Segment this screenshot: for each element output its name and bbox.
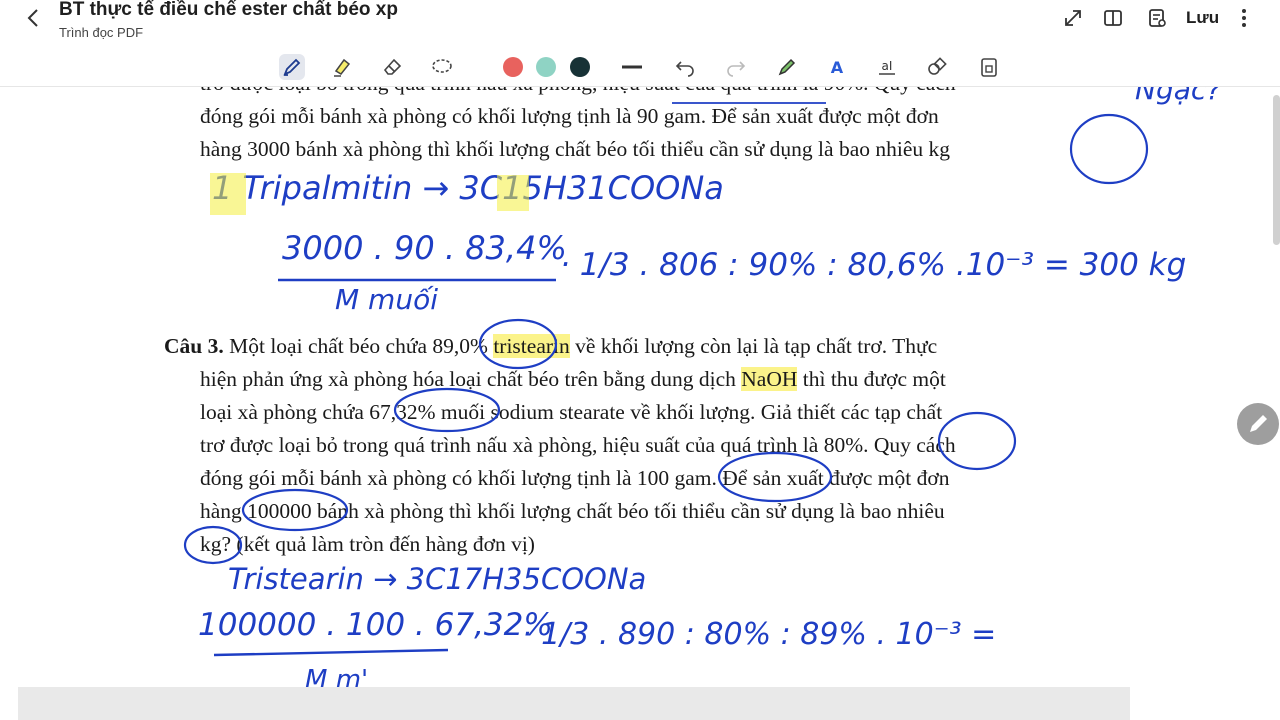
stroke-width-icon[interactable] [619,54,645,80]
text-box-icon[interactable]: aI [874,54,900,80]
q3-line: hiện phản ứng xà phòng hóa loại chất béo… [200,363,946,396]
pen-tool-icon[interactable] [279,54,305,80]
document-title: BT thực tế điều chế ester chất béo xp [59,0,398,20]
highlight: tristearin [493,334,570,358]
page-bottom-edge [18,687,1130,720]
highlighter-tool-icon[interactable] [329,54,355,80]
text-style-icon[interactable]: A [824,54,850,80]
scrollbar[interactable] [1273,95,1280,245]
handwritten-equation-title: 1 Tripalmitin → 3C15H31COONa [212,169,724,207]
undo-icon[interactable] [672,54,698,80]
save-button[interactable]: Lưu [1186,8,1219,28]
q3-line: Câu 3. Một loại chất béo chứa 89,0% tris… [164,330,937,363]
q3-line: kg? (kết quả làm tròn đến hàng đơn vị) [200,532,535,556]
app-bar: BT thực tế điều chế ester chất béo xp Tr… [0,0,1280,48]
handwritten-denominator: M muối [335,283,438,316]
handwritten-calculation: · 1/3 . 890 : 80% : 89% . 10⁻³ = [522,617,997,652]
circle-mark [1069,113,1149,185]
question-label: Câu 3. [164,334,224,358]
q3-text: thì thu được một [797,367,946,391]
annotation-toolbar: A aI [0,48,1280,87]
prev-text-line: đóng gói mỗi bánh xà phòng có khối lượng… [200,104,939,128]
handwritten-margin-note: Ngậc? [1135,87,1222,106]
handwritten-numerator: 3000 . 90 . 83,4% [282,229,567,267]
edit-fab-button[interactable] [1237,403,1279,445]
pdf-page[interactable]: trơ được loại bỏ trong quá trình nấu xà … [0,87,1280,720]
q3-line: hàng 100000 bánh xà phòng thì khối lượng… [200,499,945,523]
document-settings-icon[interactable] [1146,7,1168,29]
insert-image-icon[interactable] [976,54,1002,80]
pen-settings-icon[interactable] [774,54,800,80]
handwritten-numerator: 100000 . 100 . 67,32% [198,607,553,643]
more-options-icon[interactable] [1233,7,1255,29]
pencil-icon [1250,415,1267,432]
document-subtitle: Trình đọc PDF [59,25,144,40]
prev-text-line: hàng 3000 bánh xà phòng thì khối lượng c… [200,137,951,161]
color-swatch-red[interactable] [503,57,523,77]
q3-text: về khối lượng còn lại là tạp chất trơ. T… [569,334,938,358]
handwritten-equation-title: Tristearin → 3C17H35COONa [228,562,647,596]
q3-line: đóng gói mỗi bánh xà phòng có khối lượng… [200,466,950,490]
highlight: NaOH [741,367,798,391]
q3-text: hiện phản ứng xà phòng hóa loại chất béo… [200,367,742,391]
book-view-icon[interactable] [1102,7,1124,29]
q3-text: Một loại chất béo chứa 89,0% [229,334,494,358]
lasso-tool-icon[interactable] [429,54,455,80]
fullscreen-icon[interactable] [1062,7,1084,29]
back-arrow-icon[interactable] [22,6,46,30]
fraction-line [213,648,449,657]
color-swatch-dark[interactable] [570,57,590,77]
eraser-tool-icon[interactable] [379,54,405,80]
q3-line: loại xà phòng chứa 67,32% muối sodium st… [200,400,943,424]
q3-line: trơ được loại bỏ trong quá trình nấu xà … [200,433,956,457]
handwritten-calculation: · 1/3 . 806 : 90% : 80,6% .10⁻³ = 300 kg [560,247,1187,283]
shapes-icon[interactable] [924,54,950,80]
svg-text:A: A [831,58,844,77]
redo-icon[interactable] [723,54,749,80]
color-swatch-mint[interactable] [536,57,556,77]
prev-text-line: trơ được loại bỏ trong quá trình nấu xà … [200,87,956,100]
svg-text:aI: aI [882,59,893,73]
